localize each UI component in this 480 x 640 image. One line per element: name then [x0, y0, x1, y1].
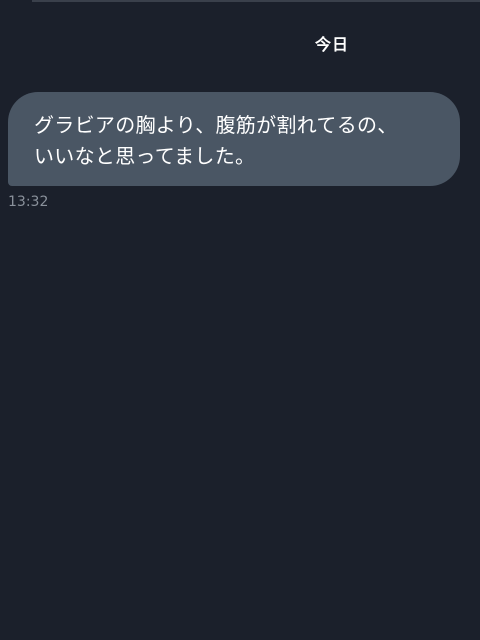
message-bubble[interactable]: グラビアの胸より、腹筋が割れてるの、 いいなと思ってました。: [8, 92, 460, 186]
date-separator: 今日: [314, 35, 349, 54]
top-divider: [32, 0, 480, 2]
message-text: グラビアの胸より、腹筋が割れてるの、 いいなと思ってました。: [34, 113, 398, 168]
chat-screen: 今日 グラビアの胸より、腹筋が割れてるの、 いいなと思ってました。 13:32: [0, 0, 480, 640]
message-timestamp: 13:32: [8, 194, 49, 210]
